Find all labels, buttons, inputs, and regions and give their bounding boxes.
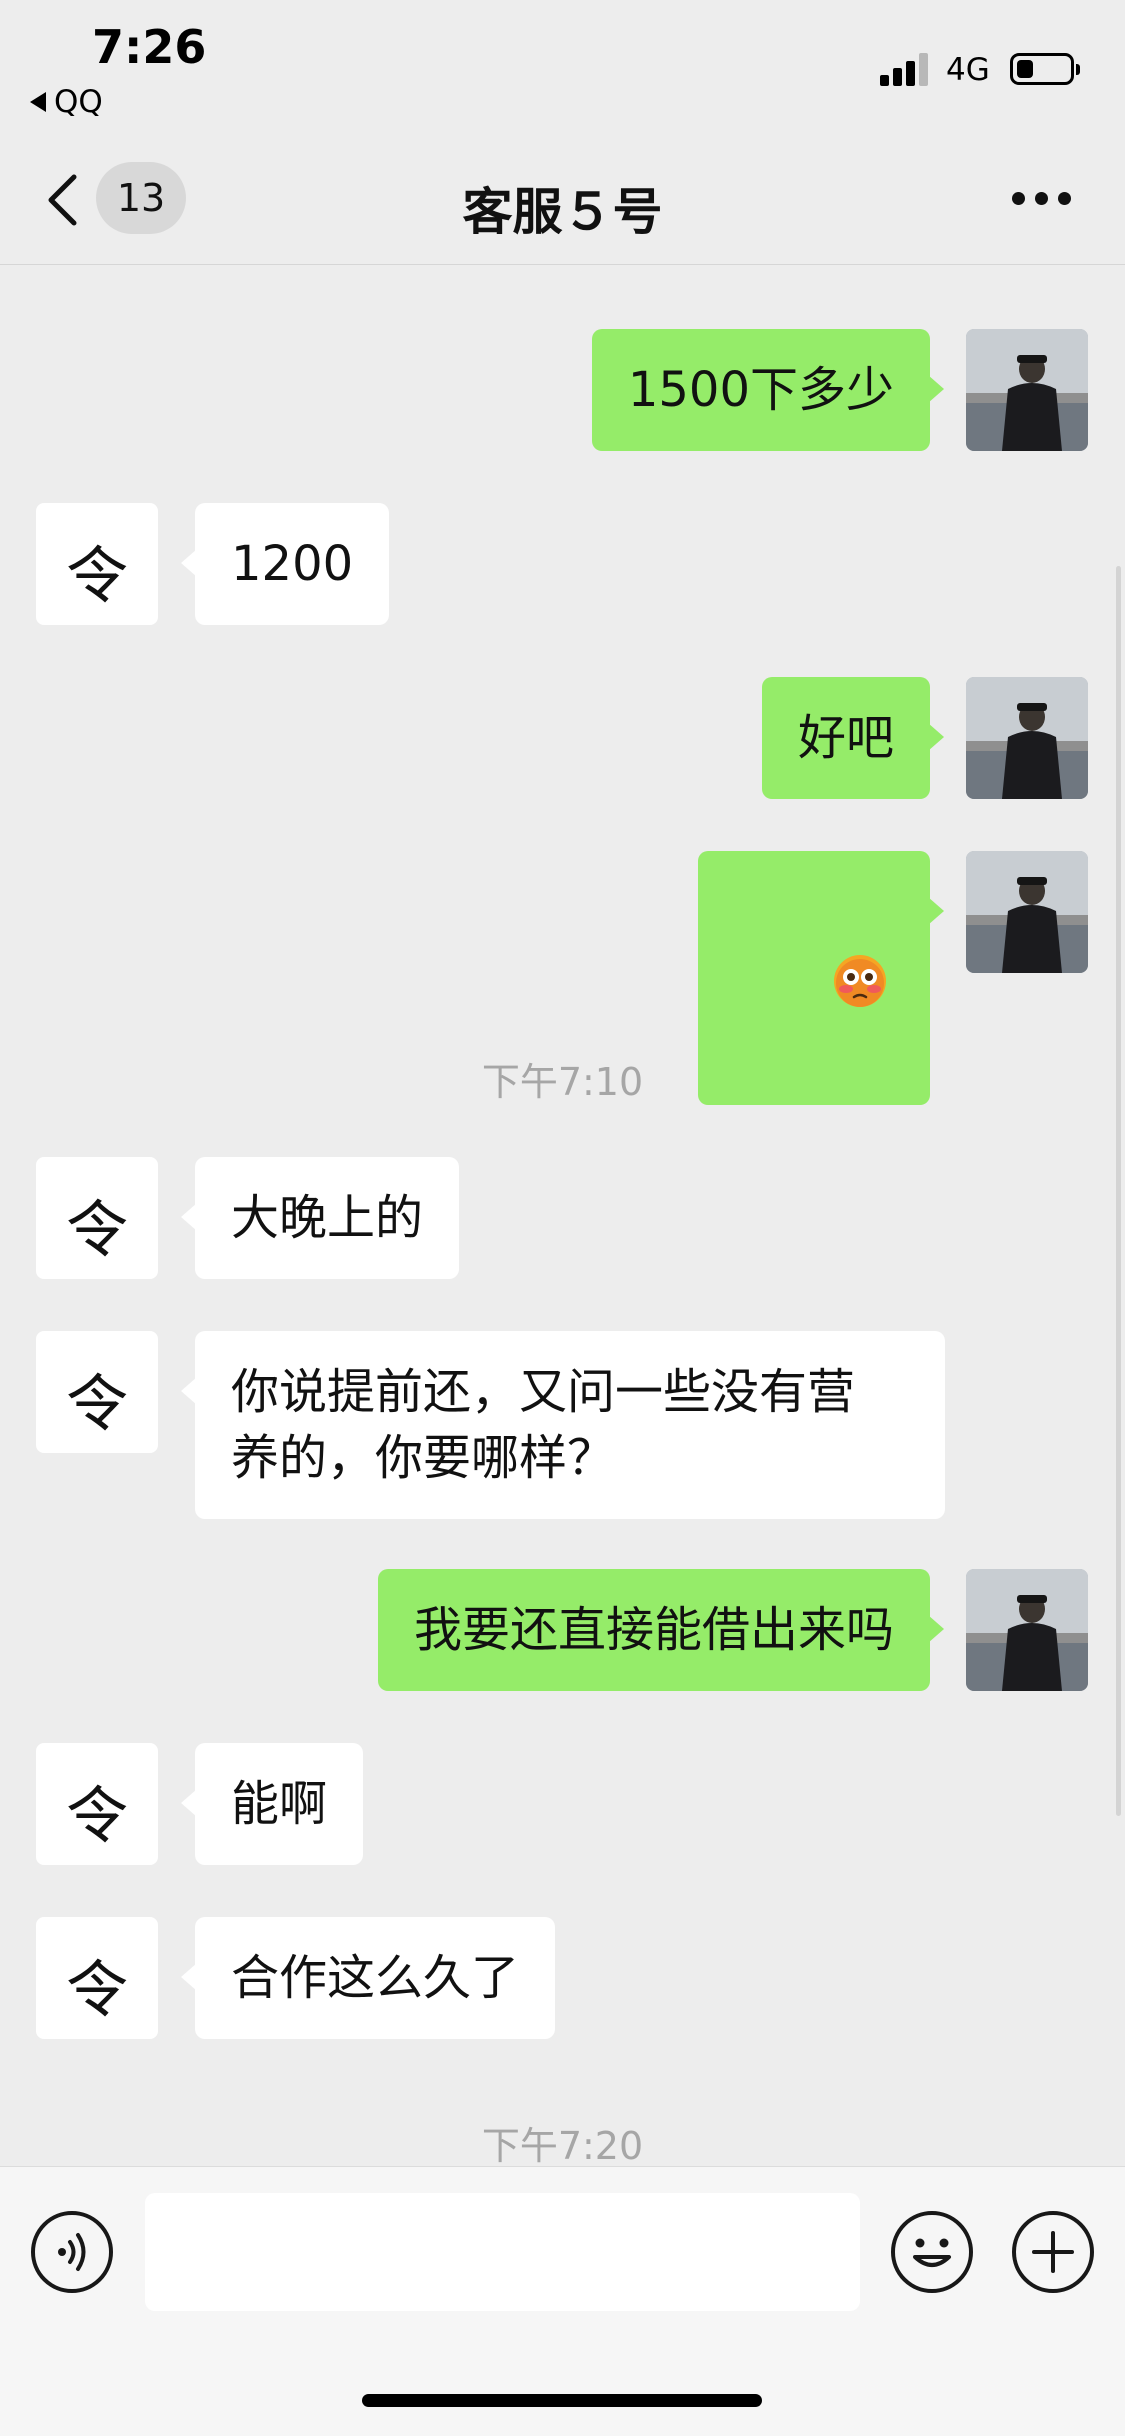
message-bubble[interactable]: 1500下多少 (591, 329, 945, 451)
status-bar: 7:26 QQ 4G (0, 0, 1125, 120)
message-bubble[interactable]: 好吧 (761, 677, 945, 799)
photo-avatar-icon (966, 1569, 1088, 1691)
my-avatar[interactable] (966, 677, 1088, 799)
contact-avatar[interactable]: 令 (36, 1743, 158, 1865)
back-triangle-icon (30, 92, 46, 112)
battery-icon (1010, 53, 1080, 85)
photo-avatar-icon (966, 329, 1088, 451)
contact-avatar[interactable]: 令 (36, 1157, 158, 1279)
status-time: 7:26 (92, 20, 207, 74)
chat-title: 客服５号 (462, 183, 663, 241)
timestamp: 下午7:10 (481, 1060, 644, 1104)
avatar-glyph: 令 (65, 1193, 128, 1266)
contact-avatar[interactable]: 令 (36, 1917, 158, 2039)
back-to-app[interactable]: QQ (30, 84, 103, 120)
plus-icon (1032, 2231, 1074, 2273)
my-avatar[interactable] (966, 851, 1088, 973)
voice-icon (58, 2233, 86, 2271)
voice-button[interactable] (31, 2211, 113, 2293)
timestamp: 下午7:20 (481, 2124, 644, 2166)
message-bubble[interactable]: 大晚上的 (180, 1157, 460, 1279)
signal-icon (880, 52, 932, 86)
message-bubble[interactable]: 你说提前还，又问一些没有营 养的，你要哪样？ (181, 1331, 945, 1519)
network-label: 4G (946, 52, 990, 88)
message-bubble[interactable]: 合作这么久了 (180, 1917, 556, 2039)
plus-button[interactable] (1012, 2211, 1094, 2293)
message-input[interactable] (145, 2193, 860, 2311)
message-list[interactable]: 1500下多少 令 1200 好吧 下午7:10 令 大晚上的 令 你说提前还，… (0, 266, 1125, 2166)
battery-fill (1017, 60, 1033, 78)
avatar-glyph: 令 (65, 1953, 128, 2026)
flushed-face-icon (834, 955, 886, 1007)
message-bubble[interactable]: 能啊 (180, 1743, 364, 1865)
home-indicator[interactable] (362, 2394, 762, 2407)
photo-avatar-icon (966, 677, 1088, 799)
avatar-glyph: 令 (65, 1367, 128, 1440)
my-avatar[interactable] (966, 329, 1088, 451)
avatar-glyph: 令 (65, 1779, 128, 1852)
chat-header: 13 客服５号 (0, 120, 1125, 265)
back-app-label: QQ (54, 84, 103, 120)
message-bubble[interactable]: 我要还直接能借出来吗 (377, 1569, 945, 1691)
message-bubble[interactable]: 1200 (180, 503, 390, 625)
photo-avatar-icon (966, 851, 1088, 973)
contact-avatar[interactable]: 令 (36, 1331, 158, 1453)
smiley-icon (913, 2238, 951, 2267)
scrollbar[interactable] (1116, 566, 1121, 1816)
more-dots-icon[interactable] (1012, 192, 1072, 208)
my-avatar[interactable] (966, 1569, 1088, 1691)
contact-avatar[interactable]: 令 (36, 503, 158, 625)
avatar-glyph: 令 (65, 539, 128, 612)
emoji-button[interactable] (891, 2211, 973, 2293)
